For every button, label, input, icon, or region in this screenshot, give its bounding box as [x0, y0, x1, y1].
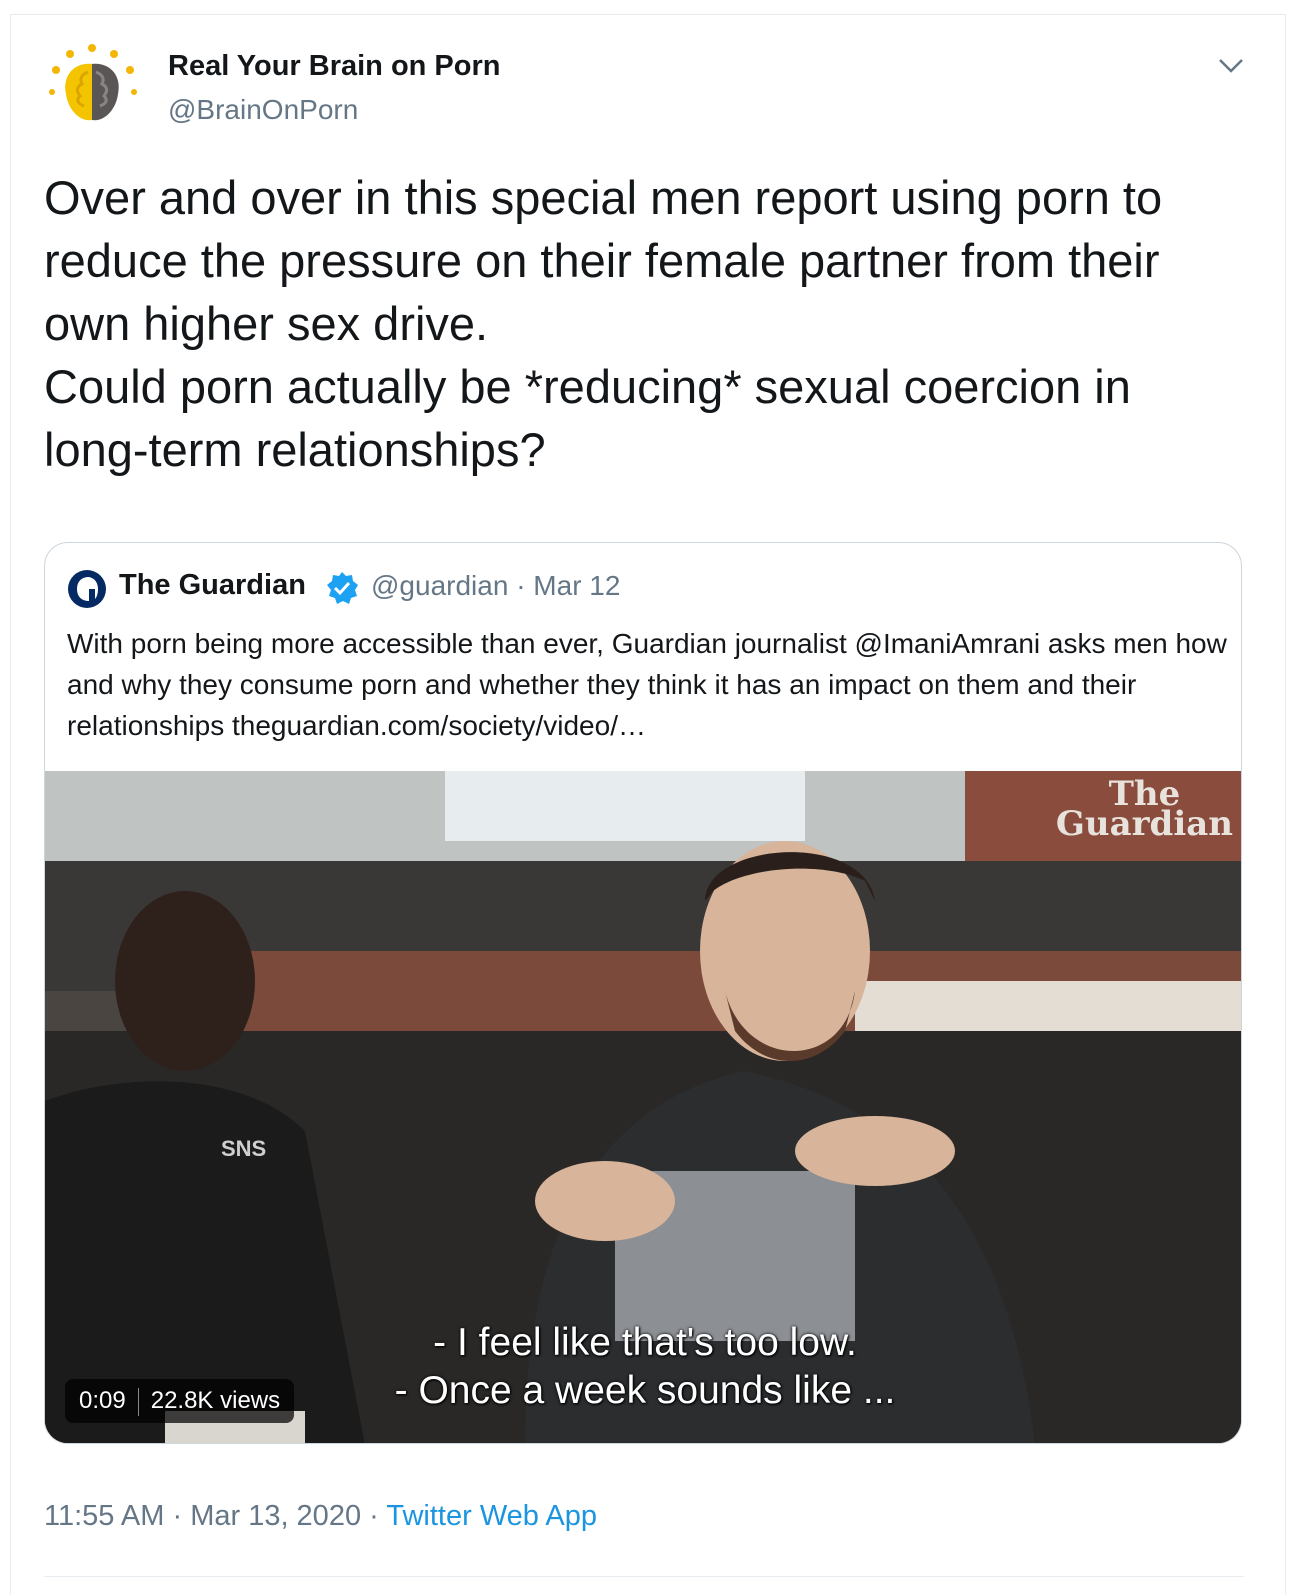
video-duration: 0:09 — [79, 1387, 126, 1414]
display-name[interactable]: Real Your Brain on Porn — [168, 50, 500, 83]
quoted-text: With porn being more accessible than eve… — [67, 628, 1227, 741]
verified-badge-icon — [324, 570, 360, 606]
subtitle-line-1: - I feel like that's too low. — [433, 1321, 857, 1364]
user-handle[interactable]: @BrainOnPorn — [168, 94, 358, 126]
guardian-logo-icon — [67, 569, 107, 609]
footer-dot-1: · — [172, 1500, 183, 1532]
quoted-meta: @guardian · Mar 12 — [371, 570, 620, 602]
guardian-watermark: The Guardian — [1055, 777, 1233, 844]
meta-dot: · — [516, 570, 526, 601]
video-player[interactable]: SNS The Guardian - I feel like that's to… — [45, 771, 1241, 1443]
chevron-down-icon[interactable] — [1216, 50, 1246, 80]
quoted-display-name[interactable]: The Guardian — [119, 569, 306, 602]
badge-divider — [137, 1387, 139, 1416]
tweet-source-link[interactable]: Twitter Web App — [386, 1500, 597, 1532]
bottom-divider — [44, 1576, 1244, 1577]
tweet-time[interactable]: 11:55 AM — [44, 1500, 164, 1532]
sweater-logo-text: SNS — [221, 1136, 266, 1161]
footer-dot-2: · — [369, 1500, 379, 1532]
video-subtitles: - I feel like that's too low. - Once a w… — [345, 1319, 945, 1415]
brain-avatar-icon[interactable] — [44, 40, 140, 136]
quoted-tweet[interactable]: The Guardian @guardian · Mar 12 With por… — [44, 542, 1242, 1444]
video-stats-badge: 0:09 22.8K views — [65, 1379, 295, 1423]
quoted-date[interactable]: Mar 12 — [533, 570, 620, 601]
watermark-line-2: Guardian — [1055, 804, 1233, 844]
subtitle-line-2: - Once a week sounds like ... — [394, 1369, 896, 1412]
quoted-handle[interactable]: @guardian — [371, 570, 508, 601]
tweet-text: Over and over in this special men report… — [44, 171, 1163, 476]
video-views: 22.8K views — [150, 1387, 281, 1414]
tweet-date[interactable]: Mar 13, 2020 — [190, 1500, 361, 1532]
tweet-footer: 11:55 AM · Mar 13, 2020 · Twitter Web Ap… — [44, 1500, 597, 1533]
